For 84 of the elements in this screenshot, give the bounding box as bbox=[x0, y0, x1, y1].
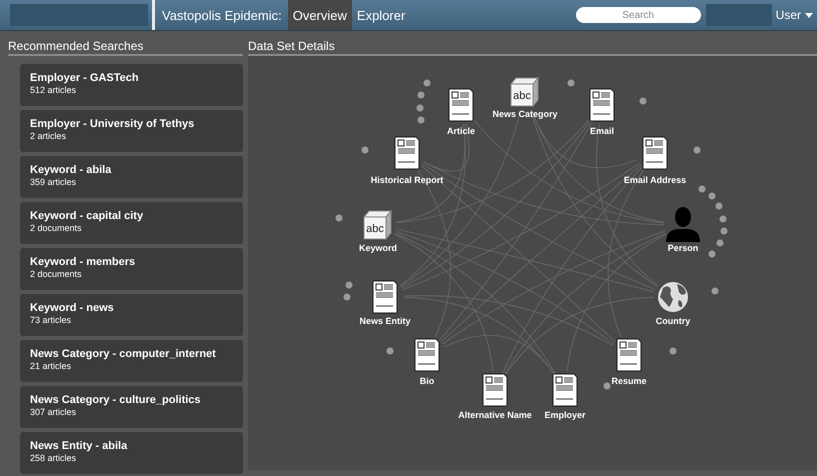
search-card[interactable]: Keyword - capital city 2 documents bbox=[20, 202, 243, 244]
globe-icon[interactable] bbox=[658, 282, 688, 312]
node-label: Person bbox=[668, 243, 698, 253]
search-title: Keyword - capital city bbox=[30, 210, 144, 222]
node-dot bbox=[712, 288, 718, 294]
result-count: 258 articles bbox=[30, 453, 78, 463]
node-label: Email bbox=[590, 126, 614, 136]
document-icon[interactable] bbox=[414, 338, 440, 372]
result-count: 307 articles bbox=[30, 407, 78, 417]
nav-tab[interactable]: Explorer bbox=[352, 0, 410, 30]
node-dot bbox=[362, 146, 368, 154]
result-count: 512 articles bbox=[30, 85, 78, 95]
abc-cube-icon[interactable] bbox=[510, 76, 540, 108]
node-label: Employer bbox=[544, 410, 586, 420]
result-count: 2 documents bbox=[30, 223, 83, 233]
node-dot bbox=[716, 240, 724, 246]
search-title: Employer - GASTech bbox=[30, 72, 140, 84]
caret-icon bbox=[805, 12, 813, 18]
node-dot bbox=[336, 214, 342, 222]
search-title: Keyword - members bbox=[30, 256, 136, 268]
node-label: Historical Report bbox=[370, 175, 444, 185]
node-label: Bio bbox=[420, 376, 434, 386]
search-title: Employer - University of Tethys bbox=[30, 118, 196, 130]
node-dot bbox=[708, 250, 716, 258]
document-icon[interactable] bbox=[394, 136, 420, 170]
node-dot bbox=[416, 104, 424, 112]
node-label: Resume bbox=[612, 376, 646, 386]
search-title: Keyword - abila bbox=[30, 164, 112, 176]
document-icon[interactable] bbox=[448, 88, 474, 122]
document-icon[interactable] bbox=[642, 136, 668, 170]
search-field[interactable]: Search bbox=[576, 7, 701, 23]
node-dot bbox=[708, 192, 716, 200]
node-label: News Entity bbox=[360, 316, 410, 326]
node-dot bbox=[670, 348, 676, 354]
search-card[interactable]: Keyword - abila 359 articles bbox=[20, 156, 243, 198]
node-label: Article bbox=[447, 126, 475, 136]
node-dot bbox=[346, 282, 352, 288]
result-count: 21 articles bbox=[30, 361, 72, 371]
search-card[interactable]: News Entity - abila 258 articles bbox=[20, 432, 243, 474]
document-icon[interactable] bbox=[552, 374, 578, 406]
node-label: News Category bbox=[492, 109, 558, 119]
search-title: News Entity - abila bbox=[30, 440, 128, 452]
result-count: 73 articles bbox=[30, 315, 72, 325]
nav-tab[interactable]: Overview bbox=[288, 0, 352, 30]
search-title: Keyword - news bbox=[30, 302, 115, 314]
document-icon[interactable] bbox=[616, 338, 642, 372]
header-block bbox=[706, 4, 772, 26]
search-card[interactable]: News Category - computer_internet 21 articles bbox=[20, 340, 243, 382]
abc-cube-icon[interactable] bbox=[362, 210, 392, 240]
node-dot bbox=[694, 146, 700, 154]
node-dot bbox=[604, 382, 610, 390]
node-dot bbox=[698, 186, 706, 192]
search-title: News Category - computer_internet bbox=[30, 348, 217, 360]
user-menu[interactable]: User bbox=[772, 8, 817, 22]
result-count: 2 articles bbox=[30, 131, 68, 141]
node-label: Keyword bbox=[359, 243, 397, 253]
panel-heading: Recommended Searches bbox=[8, 31, 243, 56]
search-card[interactable]: News Category - culture_politics 307 articles bbox=[20, 386, 243, 428]
document-icon[interactable] bbox=[590, 88, 614, 122]
node-dot bbox=[720, 216, 726, 222]
search-card[interactable]: Keyword - news 73 articles bbox=[20, 294, 243, 336]
node-dot bbox=[386, 348, 394, 354]
search-title: News Category - culture_politics bbox=[30, 394, 202, 406]
node-dot bbox=[720, 228, 728, 234]
document-icon[interactable] bbox=[482, 374, 508, 406]
cube-text: abc bbox=[513, 90, 531, 102]
node-dot bbox=[424, 80, 430, 86]
node-label: Country bbox=[656, 316, 690, 326]
document-icon[interactable] bbox=[372, 280, 398, 314]
node-dot bbox=[418, 92, 424, 98]
node-label: Email Address bbox=[624, 175, 686, 185]
result-count: 359 articles bbox=[30, 177, 78, 187]
search-card[interactable]: Employer - GASTech 512 articles bbox=[20, 64, 243, 106]
node-dot bbox=[716, 202, 722, 210]
node-dot bbox=[344, 294, 350, 300]
result-count: 2 documents bbox=[30, 269, 83, 279]
node-dot bbox=[568, 80, 574, 86]
search-card[interactable]: Employer - University of Tethys 2 articles bbox=[20, 110, 243, 152]
node-label: Alternative Name bbox=[458, 410, 532, 420]
app-title: Vastopolis Epidemic: bbox=[162, 8, 282, 22]
search-card[interactable]: Keyword - members 2 documents bbox=[20, 248, 243, 290]
node-dot bbox=[640, 98, 646, 104]
cube-text: abc bbox=[366, 223, 384, 235]
node-dot bbox=[418, 116, 424, 124]
